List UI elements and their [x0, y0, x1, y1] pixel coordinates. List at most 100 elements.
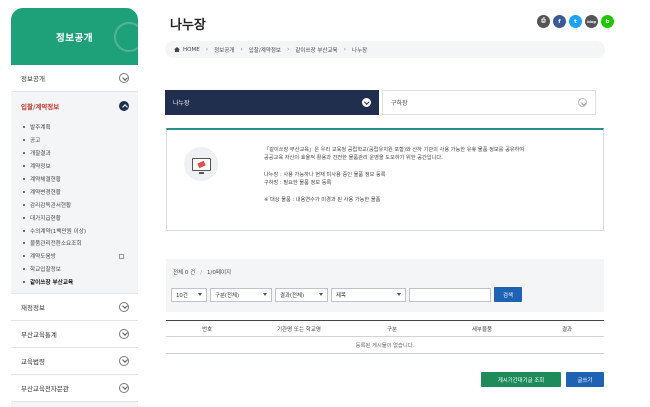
- chevron-right-icon: ›: [240, 46, 243, 53]
- bullet-icon: [23, 216, 25, 219]
- info-description: 「같이쓰장 부산교육」은 우리 교육청 공립학교(공립유치원 포함)와 산하 기…: [264, 147, 525, 153]
- sidebar-item-supervisors[interactable]: 감리감독관서현황: [11, 198, 138, 211]
- sidebar-item-contract-changes[interactable]: 계약변경현황: [11, 185, 138, 198]
- empty-message: 등록된 게시물이 없습니다.: [166, 337, 604, 354]
- sidebar-section-label: 입찰/계약정보: [21, 102, 60, 111]
- column-header-category: 구분: [386, 326, 398, 333]
- bullet-icon: [23, 152, 25, 155]
- sidebar-item-contract-status[interactable]: 계약체결현황: [11, 173, 138, 186]
- search-button[interactable]: 검색: [494, 287, 522, 302]
- sidebar-section-archive[interactable]: 부산교육전자문관: [11, 374, 138, 402]
- sidebar-item-goods-transfer[interactable]: 물품관리전환소요조회: [11, 237, 138, 250]
- field-select[interactable]: 제목: [331, 287, 406, 302]
- sidebar-section-bidding[interactable]: 입찰/계약정보: [11, 92, 138, 119]
- table-header: 번호 기관명 또는 학교명 구분 세부물품 결과: [166, 320, 604, 337]
- breadcrumb-info[interactable]: 정보공개: [214, 46, 234, 54]
- sidebar-item-label: 발주계획: [30, 125, 51, 132]
- result-count: 전체 0 건/1/0페이지: [173, 270, 232, 276]
- sidebar-item-label: 공고: [30, 138, 41, 145]
- home-icon: [174, 47, 180, 52]
- bullet-icon: [23, 178, 25, 180]
- monitor-icon: [191, 157, 211, 174]
- select-value: 구분(전체): [215, 292, 240, 299]
- sidebar-section-label: 정보공개: [21, 75, 45, 83]
- pending-posts-button[interactable]: 게시기간대기글 조회: [481, 372, 561, 387]
- breadcrumb-shared-goods[interactable]: 같이쓰장 부산교육: [295, 46, 337, 54]
- chevron-down-icon: [362, 98, 371, 107]
- page-title: 나누장: [170, 18, 206, 33]
- share-buttons: ⎙ f t blog b: [537, 15, 614, 28]
- search-panel: 전체 0 건/1/0페이지 10건 구분(전체) 결과(전체) 제목 검색: [166, 259, 604, 312]
- external-link-icon: [119, 253, 124, 259]
- write-button[interactable]: 글쓰기: [566, 372, 604, 387]
- column-header-institution: 기관명 또는 학교명: [277, 326, 321, 333]
- bullet-icon: [23, 229, 25, 232]
- column-header-item: 세부물품: [471, 326, 493, 333]
- select-value: 제목: [336, 292, 346, 299]
- info-description: 공공교육 자산의 효율적 활용과 건전한 물품관리 운영을 도모하기 위한 공간…: [264, 155, 443, 162]
- sidebar-item-label: 계약도움방: [30, 254, 56, 261]
- results-table: 번호 기관명 또는 학교명 구분 세부물품 결과 등록된 게시물이 없습니다.: [166, 320, 604, 354]
- info-box: 「같이쓰장 부산교육」은 우리 교육청 공립학교(공립유치원 포함)와 산하 기…: [166, 128, 604, 231]
- sidebar-item-label: 학교입찰정보: [30, 267, 61, 274]
- bullet-icon: [23, 281, 25, 284]
- bullet-icon: [23, 268, 25, 271]
- twitter-icon[interactable]: t: [569, 15, 582, 28]
- total-count: 전체 0 건: [173, 270, 196, 276]
- print-icon[interactable]: ⎙: [537, 15, 550, 28]
- search-filters: 10건 구분(전체) 결과(전체) 제목 검색: [171, 287, 522, 302]
- info-note: ※ 대상 물품 : 내용연수가 미경과 된 사용 가능한 물품: [264, 196, 381, 203]
- caret-down-icon: [397, 293, 401, 296]
- column-header-result: 결과: [561, 326, 573, 333]
- search-input[interactable]: [409, 287, 491, 302]
- sidebar-item-label: 대가지급현황: [30, 215, 61, 222]
- sidebar-header: 정보공개: [11, 8, 138, 65]
- page-size-select[interactable]: 10건: [171, 287, 207, 302]
- sidebar-section-statistics[interactable]: 부산교육통계: [11, 320, 138, 348]
- sidebar-item-private-contracts[interactable]: 수의계약(1백만원 이상): [11, 224, 138, 237]
- tab-share[interactable]: 나누장: [165, 90, 379, 115]
- sidebar-item-label: 물품관리전환소요조회: [30, 241, 82, 248]
- chevron-down-icon: [119, 73, 129, 83]
- sidebar-item-contract-help[interactable]: 계약도움방: [11, 250, 138, 263]
- bullet-icon: [23, 190, 25, 193]
- sidebar-item-contract-info[interactable]: 계약정보: [11, 160, 138, 173]
- chevron-down-icon: [578, 98, 587, 107]
- sidebar-section-label: 재정정보: [21, 303, 45, 312]
- sidebar-item-order-plan[interactable]: 발주계획: [11, 121, 138, 134]
- sidebar-section-finance[interactable]: 재정정보: [11, 293, 138, 321]
- sidebar-section-info[interactable]: 정보공개: [11, 65, 138, 92]
- facebook-icon[interactable]: f: [553, 15, 566, 28]
- chevron-down-icon: [119, 355, 129, 366]
- sidebar-item-school-bids[interactable]: 학교입찰정보: [11, 263, 138, 276]
- bullet-icon: [23, 165, 25, 168]
- bullet-icon: [23, 203, 25, 206]
- info-icon-circle: [184, 147, 218, 181]
- category-select[interactable]: 구분(전체): [210, 287, 272, 302]
- sidebar-item-label: 감리감독관서현황: [30, 202, 72, 209]
- sidebar-section-laws[interactable]: 교육법령: [11, 347, 138, 375]
- result-select[interactable]: 결과(전체): [275, 287, 328, 302]
- naver-band-icon[interactable]: b: [601, 15, 614, 28]
- breadcrumb-home[interactable]: HOME: [183, 47, 200, 53]
- sidebar-section-label: 부산교육통계: [21, 330, 57, 339]
- sidebar-item-payments[interactable]: 대가지급현황: [11, 211, 138, 224]
- sidebar-item-bid-results[interactable]: 개찰결과: [11, 147, 138, 160]
- caret-down-icon: [263, 293, 267, 296]
- sidebar-item-notice[interactable]: 공고: [11, 134, 138, 147]
- sidebar-item-label: 계약정보: [30, 164, 51, 171]
- chevron-right-icon: ›: [205, 46, 209, 53]
- blog-icon[interactable]: blog: [585, 15, 598, 28]
- sidebar-section-label: 부산교육전자문관: [21, 384, 69, 393]
- info-request-definition: 구하장 : 필요한 물품 정보 등록: [264, 180, 332, 187]
- caret-down-icon: [198, 293, 202, 296]
- tab-label: 나누장: [173, 100, 190, 107]
- tab-request[interactable]: 구하장: [382, 90, 596, 115]
- sidebar-item-shared-goods[interactable]: 같이쓰장 부산교육: [11, 276, 138, 289]
- tab-label: 구하장: [391, 100, 408, 107]
- chevron-down-icon: [119, 382, 129, 393]
- caret-down-icon: [319, 293, 323, 296]
- bullet-icon: [23, 126, 25, 129]
- breadcrumb-bidding[interactable]: 입찰/계약정보: [249, 46, 281, 54]
- bullet-icon: [23, 139, 25, 142]
